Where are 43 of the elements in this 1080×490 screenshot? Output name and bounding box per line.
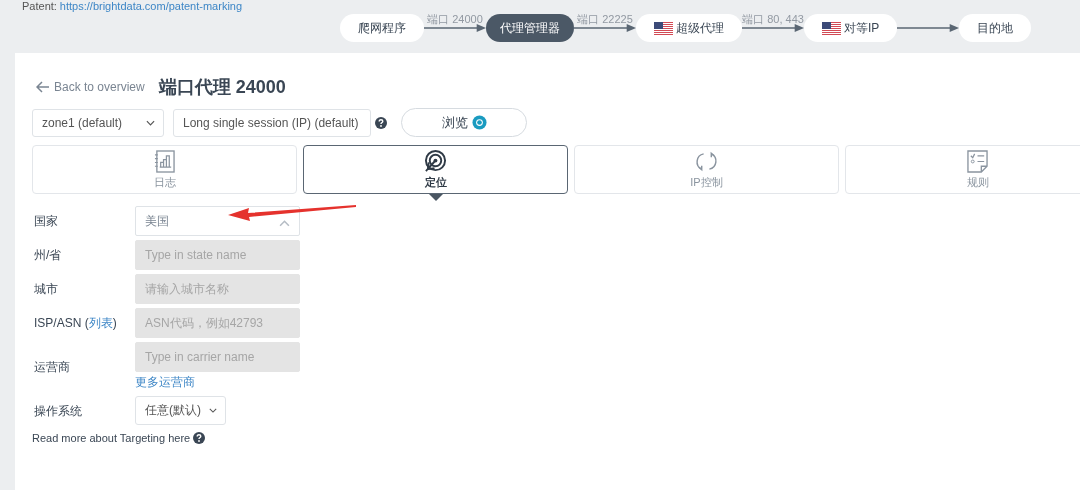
arrow-icon [742,23,804,33]
chevron-down-icon [209,408,217,413]
field-label: 操作系统 [34,402,82,420]
chart-icon [154,149,175,173]
dropdown[interactable]: Long single session (IP) (default) [173,108,371,137]
arrow-icon [424,23,486,33]
input-field[interactable]: 美国 [135,206,300,236]
us-flag-icon [654,21,673,35]
pipeline-node[interactable]: 爬网程序 [340,14,424,42]
patent-label: Patent: [22,0,57,12]
dropdown[interactable]: 任意(默认) [135,396,226,425]
arrow-left-icon [36,81,50,93]
dropdown[interactable]: zone1 (default) [32,108,164,137]
field-label: ISP/ASN (列表) [34,314,117,332]
help-icon[interactable] [375,116,387,129]
field-label: 国家 [34,212,58,230]
tab[interactable]: 日志 [32,145,297,194]
checklist-icon [967,149,988,173]
tab-pointer-icon [428,194,443,201]
port-label: 端口 22225 [577,12,633,27]
targeting-help-link[interactable]: Read more about Targeting here [32,432,191,444]
pipeline-node[interactable]: 对等IP [804,14,898,42]
page-title: 端口代理 24000 [158,76,286,99]
back-link[interactable]: Back to overview [36,80,145,94]
chevron-down-icon [146,119,155,126]
pipeline-node[interactable]: 代理管理器 [486,14,574,42]
port-label: 端口 24000 [427,12,483,27]
field-label: 运营商 [34,358,70,376]
pipeline-node[interactable]: 超级代理 [636,14,742,42]
port-label: 端口 80, 443 [742,12,804,27]
ring-icon [471,115,487,130]
tab[interactable]: IP控制 [574,145,839,194]
target-icon [424,149,447,173]
tab[interactable]: 规则 [845,145,1080,194]
pipeline-node[interactable]: 目的地 [959,14,1032,42]
patent-link[interactable]: https://brightdata.com/patent-marking [59,0,243,12]
arrow-icon [574,23,636,33]
help-icon[interactable] [193,432,206,444]
arrow-icon [897,23,960,33]
us-flag-icon [822,21,841,35]
browse-button[interactable]: 浏览 [401,108,527,137]
field-label: 城市 [34,280,58,298]
field-label: 州/省 [34,246,62,264]
